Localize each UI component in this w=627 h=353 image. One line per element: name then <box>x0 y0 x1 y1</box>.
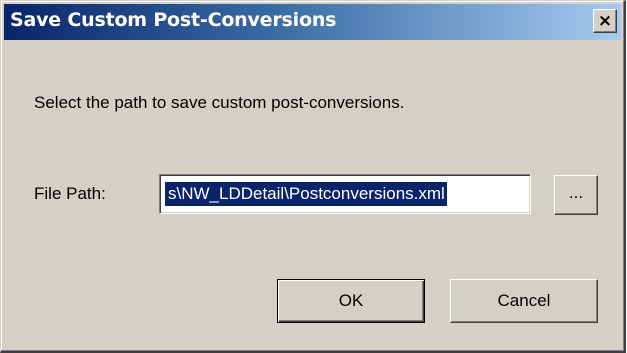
ok-button[interactable]: OK <box>277 279 425 323</box>
dialog-title: Save Custom Post-Conversions <box>10 9 337 31</box>
title-bar[interactable]: Save Custom Post-Conversions × <box>4 4 621 40</box>
close-icon: × <box>597 11 613 31</box>
browse-button[interactable]: ... <box>554 175 598 215</box>
cancel-button[interactable]: Cancel <box>450 279 598 323</box>
file-path-label: File Path: <box>34 184 106 203</box>
close-button[interactable]: × <box>593 9 617 33</box>
file-path-input[interactable]: s\NW_LDDetail\Postconversions.xml <box>159 174 531 214</box>
save-custom-post-conversions-dialog: Save Custom Post-Conversions × Select th… <box>0 0 626 353</box>
file-path-selected-text: s\NW_LDDetail\Postconversions.xml <box>164 182 447 206</box>
instruction-text: Select the path to save custom post-conv… <box>34 93 405 112</box>
